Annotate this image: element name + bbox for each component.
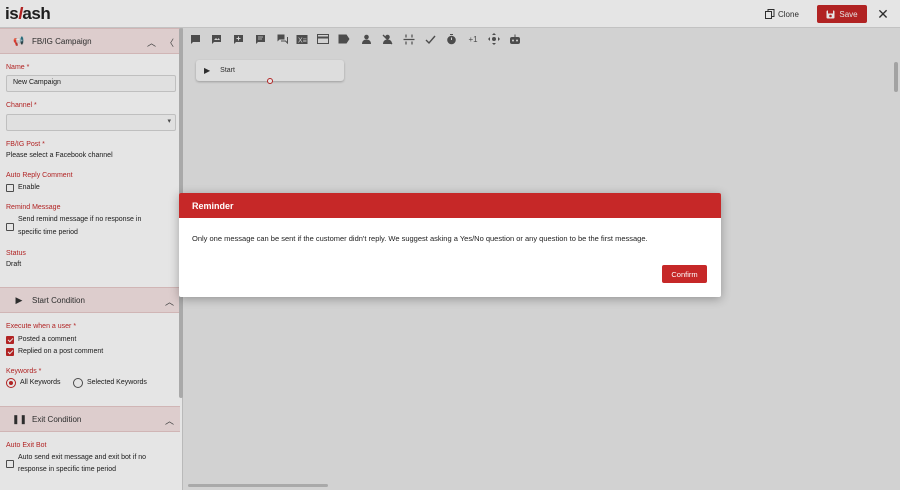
- confirm-button[interactable]: Confirm: [662, 265, 707, 283]
- reminder-dialog: Reminder Only one message can be sent if…: [179, 193, 721, 297]
- dialog-message: Only one message can be sent if the cust…: [192, 234, 648, 243]
- dialog-title: Reminder: [179, 193, 721, 218]
